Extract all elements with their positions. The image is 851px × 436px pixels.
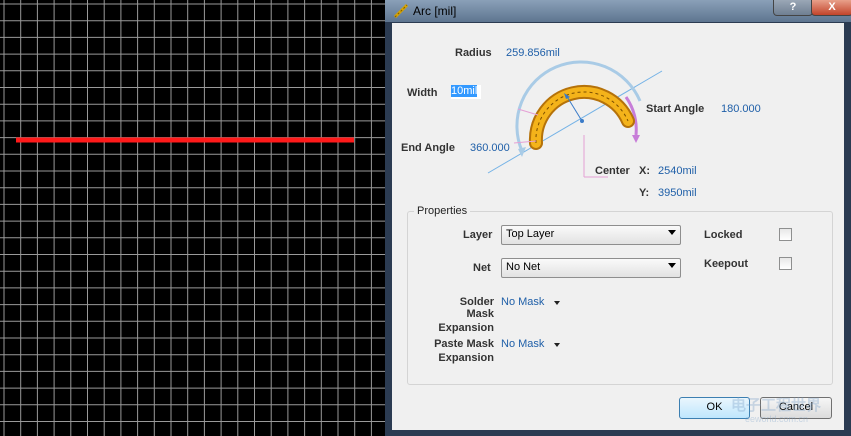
- arc-center-point: [580, 119, 584, 123]
- title-bar[interactable]: Arc [mil] ? X: [385, 0, 851, 22]
- layer-select[interactable]: Top Layer: [501, 225, 681, 245]
- center-label: Center: [595, 165, 630, 177]
- chevron-down-icon: [668, 230, 676, 235]
- eeworld-watermark-logo: 电子工程世界 eeworld.com.cn: [731, 396, 821, 424]
- locked-label: Locked: [704, 229, 743, 241]
- paste-mask-dropdown-icon[interactable]: [554, 343, 560, 347]
- help-button[interactable]: ?: [773, 0, 813, 16]
- net-select-value: No Net: [506, 261, 541, 273]
- pcb-canvas[interactable]: [0, 0, 385, 436]
- grid: [0, 0, 385, 436]
- close-button[interactable]: X: [811, 0, 851, 16]
- layer-label: Layer: [463, 229, 493, 241]
- radius-label: Radius: [455, 47, 492, 59]
- solder-mask-dropdown-icon[interactable]: [554, 301, 560, 305]
- svg-text:eeworld.com.cn: eeworld.com.cn: [745, 414, 808, 424]
- layer-select-value: Top Layer: [506, 228, 555, 240]
- radius-value[interactable]: 259.856mil: [506, 47, 560, 59]
- locked-checkbox[interactable]: [779, 228, 792, 241]
- paste-mask-label-line-2: Expansion: [438, 352, 494, 364]
- solder-mask-label-line-1: Solder Mask: [459, 296, 494, 320]
- net-label: Net: [473, 262, 491, 274]
- dialog-client: Radius 259.856mil Width 10mil Start Angl…: [392, 23, 844, 430]
- center-x-label: X:: [639, 165, 650, 177]
- arc-dialog: Arc [mil] ? X Radius 259.856mil Width 10…: [385, 0, 851, 436]
- solder-mask-value[interactable]: No Mask: [501, 296, 544, 308]
- paste-mask-label-line-1: Paste Mask: [434, 338, 494, 350]
- width-line: [517, 108, 539, 116]
- start-angle-arrow-icon: [632, 135, 640, 143]
- start-angle-label: Start Angle: [646, 103, 705, 115]
- paste-mask-value[interactable]: No Mask: [501, 338, 544, 350]
- center-y-label: Y:: [639, 187, 650, 199]
- width-label: Width: [407, 87, 438, 99]
- center-x-value[interactable]: 2540mil: [658, 165, 697, 177]
- start-angle-value[interactable]: 180.000: [721, 103, 761, 115]
- arc-tool-icon: [393, 3, 409, 19]
- keepout-checkbox[interactable]: [779, 257, 792, 270]
- chevron-down-icon: [668, 263, 676, 268]
- center-y-value[interactable]: 3950mil: [658, 187, 697, 199]
- width-input[interactable]: 10mil: [451, 85, 481, 99]
- keepout-label: Keepout: [704, 258, 748, 270]
- solder-mask-label-line-2: Expansion: [438, 322, 494, 334]
- end-angle-label: End Angle: [401, 142, 455, 154]
- paste-mask-label: Paste Mask Expansion: [430, 338, 494, 364]
- window-title: Arc [mil]: [413, 4, 457, 18]
- properties-title: Properties: [414, 205, 471, 217]
- end-angle-value[interactable]: 360.000: [470, 142, 510, 154]
- solder-mask-label: Solder Mask Expansion: [430, 296, 494, 334]
- svg-text:电子工程世界: 电子工程世界: [731, 396, 821, 414]
- net-select[interactable]: No Net: [501, 258, 681, 278]
